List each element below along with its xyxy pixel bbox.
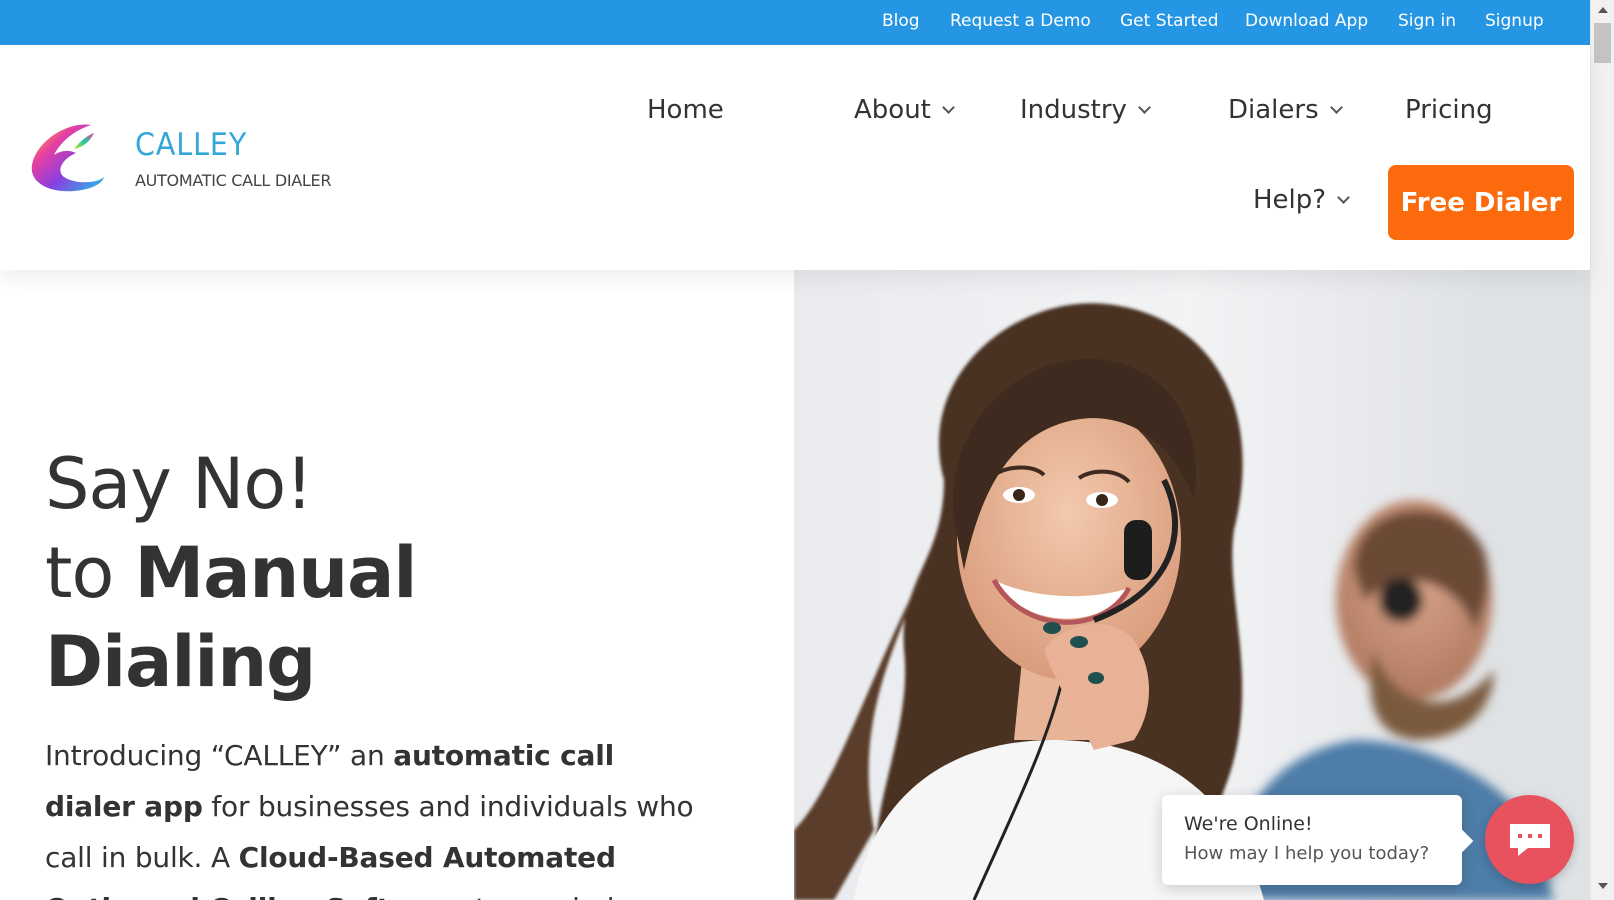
top-link-download-app[interactable]: Download App bbox=[1245, 11, 1368, 31]
page-scrollbar[interactable] bbox=[1590, 0, 1614, 900]
headline-line-2: to Manual bbox=[45, 529, 765, 618]
nav-industry-label: Industry bbox=[1020, 95, 1127, 125]
headline-line-3-bold: Dialing bbox=[45, 621, 316, 703]
top-utility-bar: Blog Request a Demo Get Started Download… bbox=[0, 0, 1590, 45]
intro-text-1: Introducing “CALLEY” an bbox=[45, 739, 394, 772]
nav-home[interactable]: Home bbox=[647, 95, 724, 125]
logo-tagline: AUTOMATIC CALL DIALER bbox=[135, 171, 332, 190]
scroll-up-arrow-icon[interactable] bbox=[1598, 7, 1608, 13]
calley-logo-icon bbox=[31, 124, 104, 192]
chevron-down-icon bbox=[942, 101, 955, 114]
hero-headline: Say No! to Manual Dialing bbox=[45, 440, 765, 707]
scroll-thumb[interactable] bbox=[1594, 23, 1611, 63]
free-dialer-button[interactable]: Free Dialer bbox=[1388, 165, 1574, 240]
top-link-request-demo[interactable]: Request a Demo bbox=[950, 11, 1091, 31]
nav-help-label: Help? bbox=[1253, 185, 1327, 215]
calley-logo[interactable]: CALLEY AUTOMATIC CALL DIALER bbox=[28, 119, 348, 199]
chat-bubble[interactable]: We're Online! How may I help you today? bbox=[1162, 795, 1462, 885]
intro-text-5: to maximize bbox=[467, 892, 646, 900]
nav-home-label: Home bbox=[647, 95, 724, 125]
top-link-get-started[interactable]: Get Started bbox=[1120, 11, 1218, 31]
top-link-signup[interactable]: Signup bbox=[1485, 11, 1544, 31]
site-header: CALLEY AUTOMATIC CALL DIALER Home About … bbox=[0, 45, 1590, 270]
headline-line-1: Say No! bbox=[45, 443, 313, 525]
hero-intro-paragraph: Introducing “CALLEY” an automatic call d… bbox=[45, 730, 695, 900]
logo-wordmark: CALLEY bbox=[135, 127, 248, 163]
chat-icon bbox=[1509, 823, 1550, 856]
headline-line-3: Dialing bbox=[45, 618, 765, 707]
top-link-blog[interactable]: Blog bbox=[882, 11, 920, 31]
headline-line-2-bold: Manual bbox=[134, 532, 418, 614]
chat-status-text: We're Online! bbox=[1184, 813, 1313, 835]
chat-prompt-text: How may I help you today? bbox=[1184, 843, 1430, 864]
chevron-down-icon bbox=[1138, 101, 1151, 114]
nav-pricing-label: Pricing bbox=[1405, 95, 1493, 125]
nav-about[interactable]: About bbox=[854, 95, 955, 125]
chat-open-button[interactable] bbox=[1485, 795, 1574, 884]
scroll-down-arrow-icon[interactable] bbox=[1598, 883, 1608, 889]
chevron-down-icon bbox=[1337, 191, 1350, 204]
nav-pricing[interactable]: Pricing bbox=[1405, 95, 1493, 125]
headline-line-2-prefix: to bbox=[45, 532, 135, 614]
nav-dialers-label: Dialers bbox=[1228, 95, 1319, 125]
nav-industry[interactable]: Industry bbox=[1020, 95, 1151, 125]
nav-dialers[interactable]: Dialers bbox=[1228, 95, 1343, 125]
top-link-sign-in[interactable]: Sign in bbox=[1398, 11, 1456, 31]
nav-about-label: About bbox=[854, 95, 931, 125]
nav-help[interactable]: Help? bbox=[1253, 185, 1350, 215]
chevron-down-icon bbox=[1329, 101, 1343, 114]
